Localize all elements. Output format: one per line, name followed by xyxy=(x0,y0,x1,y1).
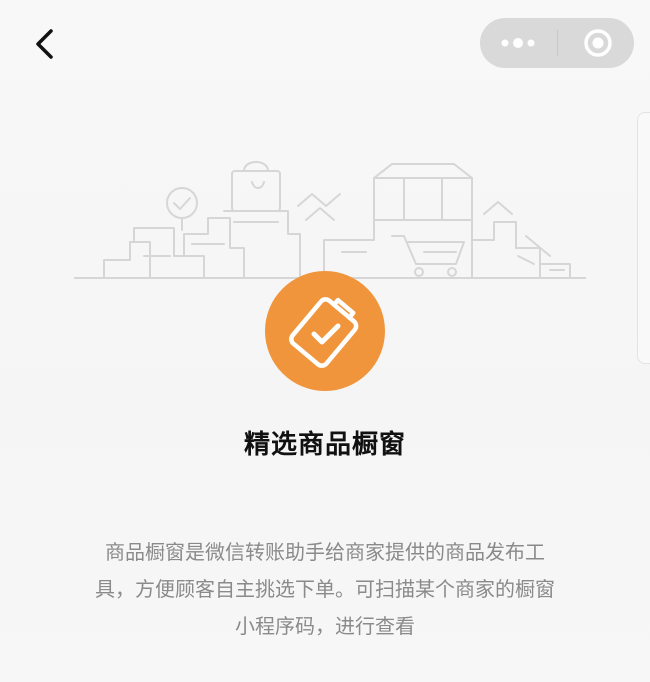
clipboard-check-icon xyxy=(289,297,359,368)
more-dots-icon xyxy=(501,38,535,48)
page-description: 商品橱窗是微信转账助手给商家提供的商品发布工具，方便顾客自主挑选下单。可扫描某个… xyxy=(95,540,555,638)
chevron-left-icon xyxy=(36,29,53,59)
mini-program-capsule xyxy=(480,18,634,68)
shopping-street-illustration xyxy=(74,161,586,279)
close-button[interactable] xyxy=(558,18,634,68)
target-close-icon xyxy=(584,29,612,57)
side-scroll-indicator xyxy=(637,112,650,364)
back-button[interactable] xyxy=(22,22,66,66)
page-title: 精选商品橱窗 xyxy=(243,430,406,460)
more-button[interactable] xyxy=(480,18,556,68)
window-badge xyxy=(265,271,385,391)
screen: 精选商品橱窗 商品橱窗是微信转账助手给商家提供的商品发布工具，方便顾客自主挑选下… xyxy=(0,0,650,682)
